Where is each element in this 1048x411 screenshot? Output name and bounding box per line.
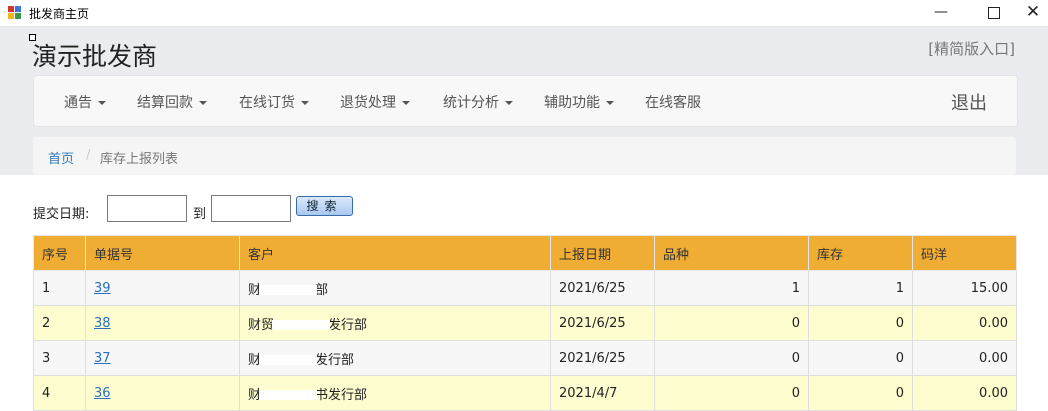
nav-label: 在线客服 <box>645 95 701 111</box>
nav-item-stats[interactable]: 统计分析 <box>443 92 513 112</box>
nav-item-returns[interactable]: 退货处理 <box>340 92 410 112</box>
table-header-row: 序号 单据号 客户 上报日期 品种 库存 码洋 <box>33 235 1017 271</box>
redaction <box>259 390 318 400</box>
col-header-stock[interactable]: 库存 <box>808 235 913 271</box>
logout-link[interactable]: 退出 <box>951 89 987 115</box>
breadcrumb-home[interactable]: 首页 <box>48 148 74 167</box>
close-button[interactable]: ✕ <box>1018 0 1048 26</box>
col-header-amount[interactable]: 码洋 <box>912 235 1017 271</box>
window-title: 批发商主页 <box>29 7 90 21</box>
date-from-input[interactable] <box>107 195 187 222</box>
submit-date-label: 提交日期: <box>33 207 90 222</box>
to-label: 到 <box>193 207 207 222</box>
cell-doc: 36 <box>85 375 240 411</box>
cell-seq: 1 <box>33 270 86 306</box>
cell-date: 2021/6/25 <box>550 305 655 341</box>
nav-label: 在线订货 <box>239 95 295 111</box>
table-row: 4 36 财书发行部 2021/4/7 0 0 0.00 <box>33 375 1017 411</box>
minimize-button[interactable]: — <box>918 0 964 26</box>
cell-variety: 0 <box>654 305 809 341</box>
cell-doc: 37 <box>85 340 240 376</box>
redaction <box>259 285 318 295</box>
nav-label: 辅助功能 <box>544 95 600 111</box>
cell-date: 2021/6/25 <box>550 270 655 306</box>
col-header-customer[interactable]: 客户 <box>239 235 551 271</box>
brand-title: 演示批发商 <box>32 42 158 71</box>
nav-label: 通告 <box>64 95 92 111</box>
caret-down-icon <box>199 101 207 105</box>
caret-down-icon <box>606 101 614 105</box>
doc-link[interactable]: 39 <box>94 281 111 296</box>
caret-down-icon <box>98 101 106 105</box>
table-row: 1 39 财部 2021/6/25 1 1 15.00 <box>33 270 1017 306</box>
customer-text: 书发行部 <box>315 387 368 403</box>
table-row: 2 38 财贸 发行部 2021/6/25 0 0 0.00 <box>33 305 1017 341</box>
maximize-icon <box>988 7 1000 19</box>
main-navbar: 通告 结算回款 在线订货 退货处理 统计分析 辅助功能 在线客服 退出 <box>33 75 1018 127</box>
cell-amount: 0.00 <box>912 375 1017 411</box>
nav-label: 统计分析 <box>443 95 499 111</box>
redaction <box>272 320 331 330</box>
cell-variety: 0 <box>654 340 809 376</box>
col-header-seq: 序号 <box>33 235 86 271</box>
caret-down-icon <box>505 101 513 105</box>
date-to-input[interactable] <box>211 195 291 222</box>
cell-seq: 4 <box>33 375 86 411</box>
cell-seq: 3 <box>33 340 86 376</box>
cell-variety: 0 <box>654 375 809 411</box>
cell-variety: 1 <box>654 270 809 306</box>
col-header-date[interactable]: 上报日期 <box>550 235 655 271</box>
col-header-variety[interactable]: 品种 <box>654 235 809 271</box>
cell-amount: 0.00 <box>912 305 1017 341</box>
nav-item-order[interactable]: 在线订货 <box>239 92 309 112</box>
doc-link[interactable]: 38 <box>94 316 111 331</box>
nav-item-notice[interactable]: 通告 <box>64 92 106 112</box>
minimize-icon: — <box>934 4 948 20</box>
doc-link[interactable]: 37 <box>94 351 111 366</box>
breadcrumb: 首页 / 库存上报列表 <box>33 137 1016 175</box>
cell-doc: 38 <box>85 305 240 341</box>
page-content: 演示批发商 [精简版入口] 通告 结算回款 在线订货 退货处理 统计分析 辅助功… <box>0 27 1048 411</box>
app-icon <box>8 6 22 20</box>
simple-version-link[interactable]: [精简版入口] <box>928 38 1015 59</box>
stock-report-table: 序号 单据号 客户 上报日期 品种 库存 码洋 1 39 财部 2021/6/2… <box>33 235 1017 411</box>
maximize-button[interactable] <box>971 0 1017 26</box>
cell-customer: 财部 <box>239 270 551 306</box>
customer-text: 财贸 <box>248 317 275 333</box>
cell-date: 2021/4/7 <box>550 375 655 411</box>
search-button[interactable]: 搜索 <box>296 196 353 216</box>
cell-amount: 0.00 <box>912 340 1017 376</box>
cell-date: 2021/6/25 <box>550 340 655 376</box>
redaction <box>259 355 318 365</box>
cell-stock: 1 <box>808 270 913 306</box>
nav-item-settlement[interactable]: 结算回款 <box>137 92 207 112</box>
cell-customer: 财贸 发行部 <box>239 305 551 341</box>
cell-amount: 15.00 <box>912 270 1017 306</box>
cell-doc: 39 <box>85 270 240 306</box>
cell-seq: 2 <box>33 305 86 341</box>
customer-text: 发行部 <box>328 317 368 333</box>
breadcrumb-current: 库存上报列表 <box>100 152 179 167</box>
cell-customer: 财书发行部 <box>239 375 551 411</box>
caret-down-icon <box>402 101 410 105</box>
col-header-doc[interactable]: 单据号 <box>85 235 240 271</box>
window-titlebar: 批发商主页 — ✕ <box>0 0 1048 27</box>
caret-down-icon <box>301 101 309 105</box>
nav-item-tools[interactable]: 辅助功能 <box>544 92 614 112</box>
breadcrumb-separator: / <box>86 148 91 163</box>
cell-customer: 财发行部 <box>239 340 551 376</box>
cell-stock: 0 <box>808 340 913 376</box>
nav-label: 退货处理 <box>340 95 396 111</box>
doc-link[interactable]: 36 <box>94 386 111 401</box>
customer-text: 发行部 <box>315 352 355 368</box>
table-row: 3 37 财发行部 2021/6/25 0 0 0.00 <box>33 340 1017 376</box>
close-icon: ✕ <box>1025 2 1041 22</box>
cell-stock: 0 <box>808 375 913 411</box>
nav-label: 结算回款 <box>137 95 193 111</box>
cell-stock: 0 <box>808 305 913 341</box>
nav-item-support[interactable]: 在线客服 <box>645 92 701 112</box>
